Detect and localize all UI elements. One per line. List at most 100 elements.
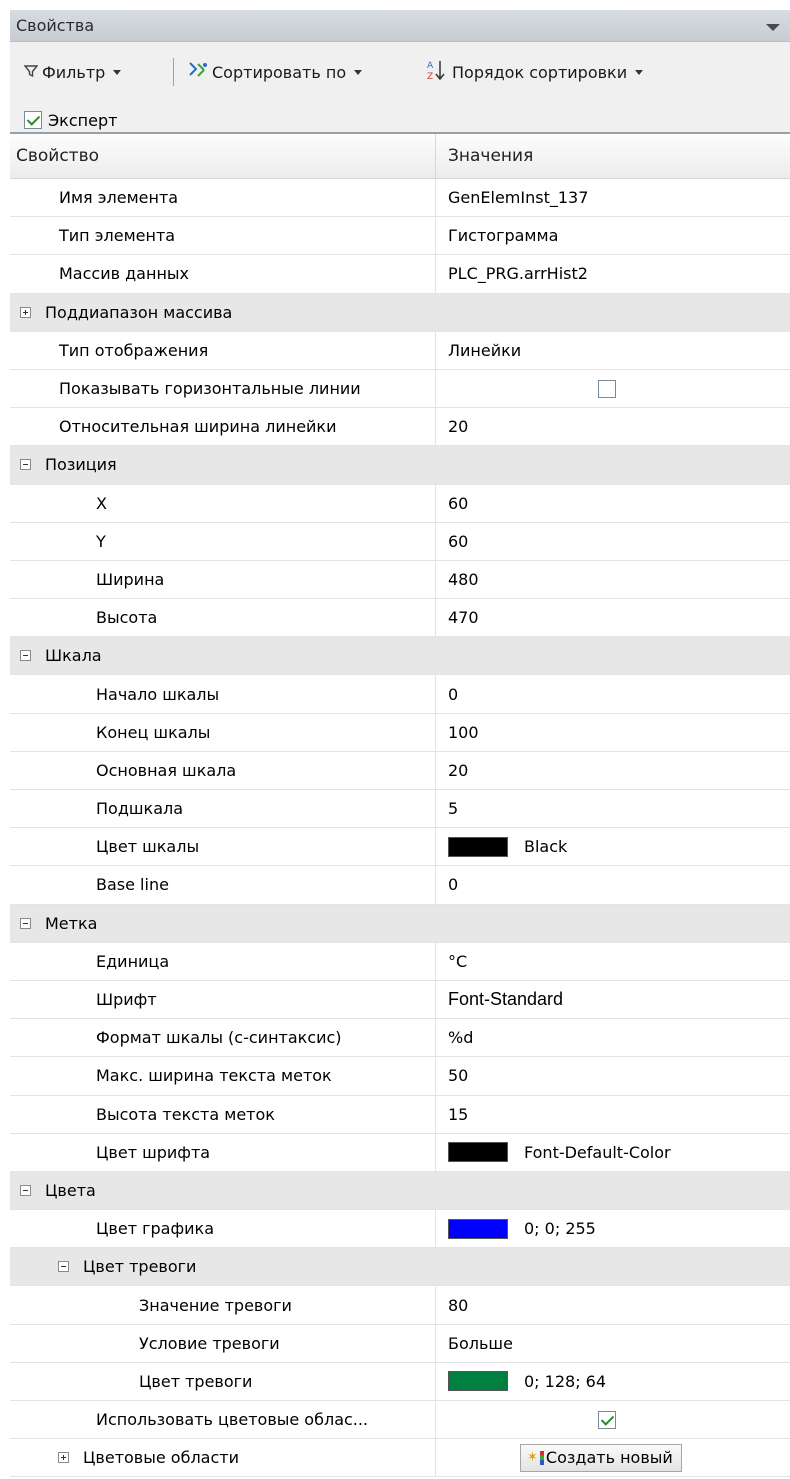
property-label: Имя элемента [59, 188, 179, 208]
property-value: Font-Default-Color [524, 1142, 671, 1162]
property-row-element-type[interactable]: Тип элемента Гистограмма [10, 217, 790, 256]
property-label: Основная шкала [96, 760, 237, 780]
group-row-alarm-color[interactable]: Цвет тревоги [10, 1248, 790, 1287]
property-value[interactable]: Font-Standard [448, 989, 563, 1010]
property-row-base-line[interactable]: Base line 0 [10, 866, 790, 905]
property-value[interactable]: GenElemInst_137 [448, 188, 588, 207]
property-row-element-name[interactable]: Имя элемента GenElemInst_137 [10, 179, 790, 218]
property-label: Высота текста меток [96, 1104, 275, 1124]
color-swatch[interactable] [448, 1371, 508, 1392]
property-row-scale-main[interactable]: Основная шкала 20 [10, 751, 790, 790]
property-value[interactable]: 20 [448, 761, 468, 780]
sort-order-button[interactable]: A Z Порядок сортировки [426, 58, 644, 86]
property-row-bar-relative-width[interactable]: Относительная ширина линейки 20 [10, 408, 790, 447]
property-label: Base line [96, 875, 169, 895]
property-value[interactable]: 100 [448, 723, 479, 742]
group-row-label[interactable]: Метка [10, 904, 790, 943]
expert-toggle[interactable]: Эксперт [24, 108, 117, 132]
collapse-minus-icon[interactable] [20, 459, 31, 471]
expert-checkbox[interactable] [24, 111, 42, 129]
expand-plus-icon[interactable] [20, 306, 31, 318]
property-row-data-array[interactable]: Массив данных PLC_PRG.arrHist2 [10, 255, 790, 294]
property-row-font[interactable]: Шрифт Font-Standard [10, 980, 790, 1020]
property-value[interactable]: Больше [448, 1334, 513, 1353]
property-row-scale-color[interactable]: Цвет шкалы Black [10, 828, 790, 867]
collapse-minus-icon[interactable] [20, 1184, 31, 1196]
property-row-height[interactable]: Высота 470 [10, 599, 790, 638]
property-value[interactable]: °C [448, 952, 467, 971]
filter-label: Фильтр [42, 62, 106, 82]
property-label: Конец шкалы [96, 722, 211, 742]
panel-titlebar: Свойства [10, 10, 790, 42]
property-value[interactable]: 15 [448, 1105, 468, 1124]
group-row-color-areas[interactable]: Цветовые области ✶ Создать новый [10, 1439, 790, 1478]
property-row-alarm-color[interactable]: Цвет тревоги 0; 128; 64 [10, 1362, 790, 1401]
property-row-use-color-areas[interactable]: Использовать цветовые облас... [10, 1401, 790, 1440]
property-row-max-label-width[interactable]: Макс. ширина текста меток 50 [10, 1057, 790, 1096]
use-color-areas-checkbox[interactable] [598, 1410, 616, 1429]
group-label: Шкала [45, 646, 102, 666]
property-label: Подшкала [96, 799, 184, 819]
group-row-position[interactable]: Позиция [10, 446, 790, 485]
property-value[interactable]: 60 [448, 532, 468, 551]
svg-text:A: A [427, 61, 434, 71]
color-swatch[interactable] [448, 836, 508, 857]
color-swatch[interactable] [448, 1142, 508, 1163]
property-value[interactable]: Гистограмма [448, 226, 558, 245]
property-row-graph-color[interactable]: Цвет графика 0; 0; 255 [10, 1210, 790, 1249]
property-label: Цвет шрифта [96, 1142, 211, 1162]
collapse-minus-icon[interactable] [58, 1261, 69, 1273]
property-value[interactable]: 470 [448, 608, 479, 627]
property-value[interactable]: %d [448, 1028, 473, 1047]
group-label: Метка [45, 913, 98, 933]
property-value[interactable]: 50 [448, 1066, 468, 1085]
property-row-alarm-value[interactable]: Значение тревоги 80 [10, 1286, 790, 1325]
property-label: Значение тревоги [139, 1295, 292, 1315]
expand-plus-icon[interactable] [58, 1452, 69, 1464]
property-value[interactable]: PLC_PRG.arrHist2 [448, 264, 588, 283]
property-label: Макс. ширина текста меток [96, 1066, 332, 1086]
property-value[interactable]: 60 [448, 494, 468, 513]
property-row-unit[interactable]: Единица °C [10, 942, 790, 981]
property-value[interactable]: 480 [448, 570, 479, 589]
collapse-minus-icon[interactable] [20, 650, 31, 662]
sort-by-button[interactable]: Сортировать по [188, 58, 363, 86]
property-row-show-horizontal-lines[interactable]: Показывать горизонтальные линии [10, 369, 790, 409]
filter-button[interactable]: Фильтр [23, 58, 122, 86]
collapse-minus-icon[interactable] [20, 917, 31, 929]
property-value[interactable]: 0 [448, 875, 458, 894]
group-row-array-subrange[interactable]: Поддиапазон массива [10, 293, 790, 332]
property-row-y[interactable]: Y 60 [10, 522, 790, 561]
property-value[interactable]: 20 [448, 417, 468, 436]
property-row-scale-format[interactable]: Формат шкалы (c-синтаксис) %d [10, 1019, 790, 1058]
property-row-x[interactable]: X 60 [10, 484, 790, 523]
property-row-alarm-condition[interactable]: Условие тревоги Больше [10, 1324, 790, 1363]
group-row-colors[interactable]: Цвета [10, 1171, 790, 1211]
color-swatch[interactable] [448, 1218, 508, 1239]
property-label: Формат шкалы (c-синтаксис) [96, 1028, 342, 1048]
property-row-scale-start[interactable]: Начало шкалы 0 [10, 675, 790, 714]
property-value[interactable]: 0 [448, 685, 458, 704]
group-row-scale[interactable]: Шкала [10, 637, 790, 676]
column-header-property[interactable]: Свойство [10, 134, 436, 178]
create-new-label: Создать новый [545, 1448, 673, 1468]
property-label: Цвет шкалы [96, 837, 200, 857]
property-row-label-text-height[interactable]: Высота текста меток 15 [10, 1095, 790, 1134]
create-new-button[interactable]: ✶ Создать новый [520, 1443, 682, 1472]
property-row-display-type[interactable]: Тип отображения Линейки [10, 331, 790, 370]
property-value[interactable]: 5 [448, 799, 458, 818]
property-row-scale-end[interactable]: Конец шкалы 100 [10, 713, 790, 752]
column-header-value[interactable]: Значения [436, 134, 790, 178]
show-horizontal-lines-checkbox[interactable] [598, 379, 616, 398]
panel-menu-arrow-icon[interactable] [766, 24, 780, 31]
property-value[interactable]: 80 [448, 1296, 468, 1315]
property-row-scale-sub[interactable]: Подшкала 5 [10, 790, 790, 829]
property-value[interactable]: Линейки [448, 341, 521, 360]
property-label: Начало шкалы [96, 684, 220, 704]
property-label: Y [96, 531, 106, 551]
property-row-font-color[interactable]: Цвет шрифта Font-Default-Color [10, 1133, 790, 1172]
filter-icon [23, 63, 39, 82]
sort-az-icon: A Z [426, 59, 448, 85]
group-label: Позиция [45, 455, 117, 475]
property-row-width[interactable]: Ширина 480 [10, 560, 790, 600]
